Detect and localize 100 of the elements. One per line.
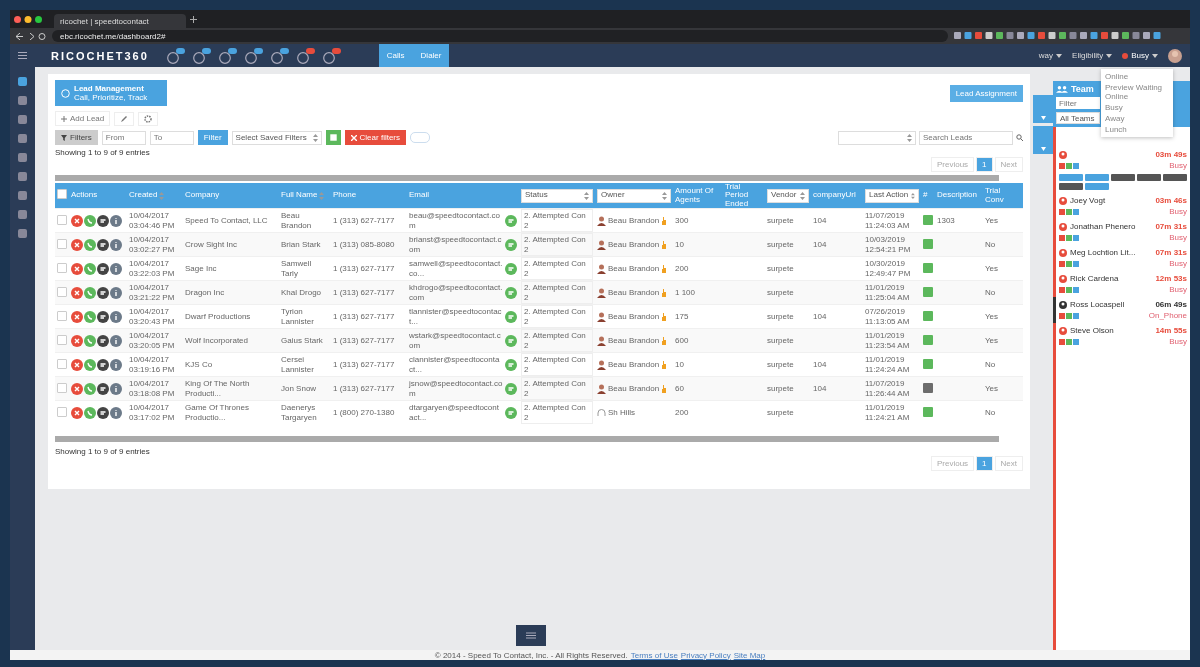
message-icon[interactable]	[97, 382, 109, 395]
delete-icon[interactable]	[71, 310, 83, 323]
message-icon[interactable]	[97, 334, 109, 347]
phone-icon[interactable]	[923, 334, 933, 345]
info-icon[interactable]	[110, 262, 122, 275]
dropdown[interactable]	[838, 130, 916, 145]
checkbox[interactable]	[57, 382, 67, 393]
phone-icon[interactable]	[923, 406, 933, 417]
message-icon[interactable]	[97, 238, 109, 251]
delete-icon[interactable]	[71, 382, 83, 395]
side-tab[interactable]	[1033, 126, 1053, 154]
menu-item[interactable]: Preview Waiting Online	[1101, 82, 1173, 102]
address-bar[interactable]: ebc.ricochet.me/dashboard2#	[52, 30, 948, 42]
delete-icon[interactable]	[71, 286, 83, 299]
status-dropdown[interactable]: 2. Attempted Con 2	[521, 233, 593, 256]
status-button[interactable]: Busy	[1122, 51, 1158, 60]
nav-icon[interactable]	[18, 96, 27, 105]
agent-row[interactable]: Rick Cardena 12m 53s Busy	[1053, 271, 1190, 297]
nav-icon[interactable]	[18, 134, 27, 143]
message-icon[interactable]	[97, 310, 109, 323]
info-icon[interactable]	[110, 238, 122, 251]
checkbox[interactable]	[57, 262, 67, 273]
delete-icon[interactable]	[71, 406, 83, 419]
from-field[interactable]: From	[101, 130, 146, 145]
phone-icon[interactable]	[923, 358, 933, 369]
search-field[interactable]: Search Leads	[919, 130, 1013, 145]
column-filter[interactable]: Status	[521, 188, 593, 203]
nav-icon[interactable]	[18, 172, 27, 181]
clear-filters-button[interactable]: Clear filters	[344, 130, 406, 145]
delete-icon[interactable]	[71, 334, 83, 347]
window-controls-icon[interactable]	[14, 15, 44, 23]
menu-item[interactable]: Away	[1101, 113, 1173, 124]
info-icon[interactable]	[110, 358, 122, 371]
header-menu[interactable]: Eligibility	[1072, 51, 1113, 60]
scrollbar[interactable]	[55, 436, 999, 443]
browser-tab[interactable]: ricochet | speedtocontact	[54, 14, 186, 28]
phone-icon[interactable]	[923, 286, 933, 297]
scrollbar[interactable]	[55, 175, 999, 181]
search-icon[interactable]	[1016, 134, 1023, 141]
phone-icon[interactable]	[923, 214, 933, 225]
status-dropdown[interactable]: 2. Attempted Con 2	[521, 305, 593, 328]
footer-link[interactable]: Terms of Use	[630, 650, 678, 660]
checkbox[interactable]	[57, 238, 67, 249]
avatar-icon[interactable]	[1168, 48, 1182, 63]
agent-row[interactable]: Jonathan Phenero 07m 31s Busy	[1053, 219, 1190, 245]
delete-icon[interactable]	[71, 214, 83, 227]
status-dropdown[interactable]: 2. Attempted Con 2	[521, 377, 593, 400]
nav-icon[interactable]	[18, 115, 27, 124]
column-filter[interactable]: Last Action	[865, 188, 919, 203]
circle-icon[interactable]	[322, 51, 335, 64]
extension-icons-drawing[interactable]	[954, 32, 1164, 40]
message-icon[interactable]	[97, 214, 109, 227]
settings-button[interactable]	[138, 111, 159, 126]
toggle-switch[interactable]	[410, 132, 430, 143]
add-lead-button[interactable]: Add Lead	[55, 111, 111, 126]
column-filter[interactable]: Owner	[597, 188, 671, 203]
menu-item[interactable]: Lunch	[1101, 124, 1173, 135]
save-icon[interactable]	[325, 130, 341, 145]
agent-row[interactable]: Ross Locaspell 06m 49s On_Phone	[1053, 297, 1190, 323]
delete-icon[interactable]	[71, 358, 83, 371]
status-dropdown[interactable]: 2. Attempted Con 2	[521, 257, 593, 280]
message-icon[interactable]	[97, 286, 109, 299]
checkbox[interactable]	[57, 334, 67, 345]
filters-button[interactable]: Filters	[55, 130, 98, 145]
checkbox[interactable]	[57, 189, 67, 200]
nav-icon[interactable]	[18, 153, 27, 162]
nav-icon[interactable]	[18, 77, 27, 86]
phone-icon[interactable]	[923, 382, 933, 393]
message-icon[interactable]	[97, 358, 109, 371]
nav-icon[interactable]	[18, 210, 27, 219]
filter-field[interactable]: Filter	[1056, 97, 1100, 109]
circle-icon[interactable]	[296, 51, 309, 64]
circle-icon[interactable]	[218, 51, 231, 64]
agent-row[interactable]: 03m 49s Busy	[1053, 147, 1190, 193]
info-icon[interactable]	[110, 214, 122, 227]
status-dropdown[interactable]: 2. Attempted Con 2	[521, 209, 593, 232]
grid-button[interactable]	[515, 625, 546, 646]
info-icon[interactable]	[110, 310, 122, 323]
phone-icon[interactable]	[923, 310, 933, 321]
navigation-icon[interactable]	[16, 32, 46, 40]
info-icon[interactable]	[110, 406, 122, 419]
delete-icon[interactable]	[71, 262, 83, 275]
menu-icon[interactable]	[18, 52, 27, 59]
column-filter[interactable]: Vendor	[767, 188, 809, 203]
status-dropdown[interactable]: 2. Attempted Con 2	[521, 353, 593, 376]
nav-icon[interactable]	[18, 229, 27, 238]
info-icon[interactable]	[110, 382, 122, 395]
circle-icon[interactable]	[192, 51, 205, 64]
circle-icon[interactable]	[244, 51, 257, 64]
status-dropdown[interactable]: 2. Attempted Con 2	[521, 281, 593, 304]
nav-icon[interactable]	[18, 191, 27, 200]
footer-link[interactable]: Privacy Policy	[680, 650, 731, 660]
info-icon[interactable]	[110, 286, 122, 299]
menu-item[interactable]: Online	[1101, 71, 1173, 82]
header-menu[interactable]: way	[1038, 51, 1063, 60]
footer-link[interactable]: Site Map	[733, 650, 766, 660]
checkbox[interactable]	[57, 406, 67, 417]
message-icon[interactable]	[97, 262, 109, 275]
menu-item[interactable]: Busy	[1101, 102, 1173, 113]
checkbox[interactable]	[57, 310, 67, 321]
